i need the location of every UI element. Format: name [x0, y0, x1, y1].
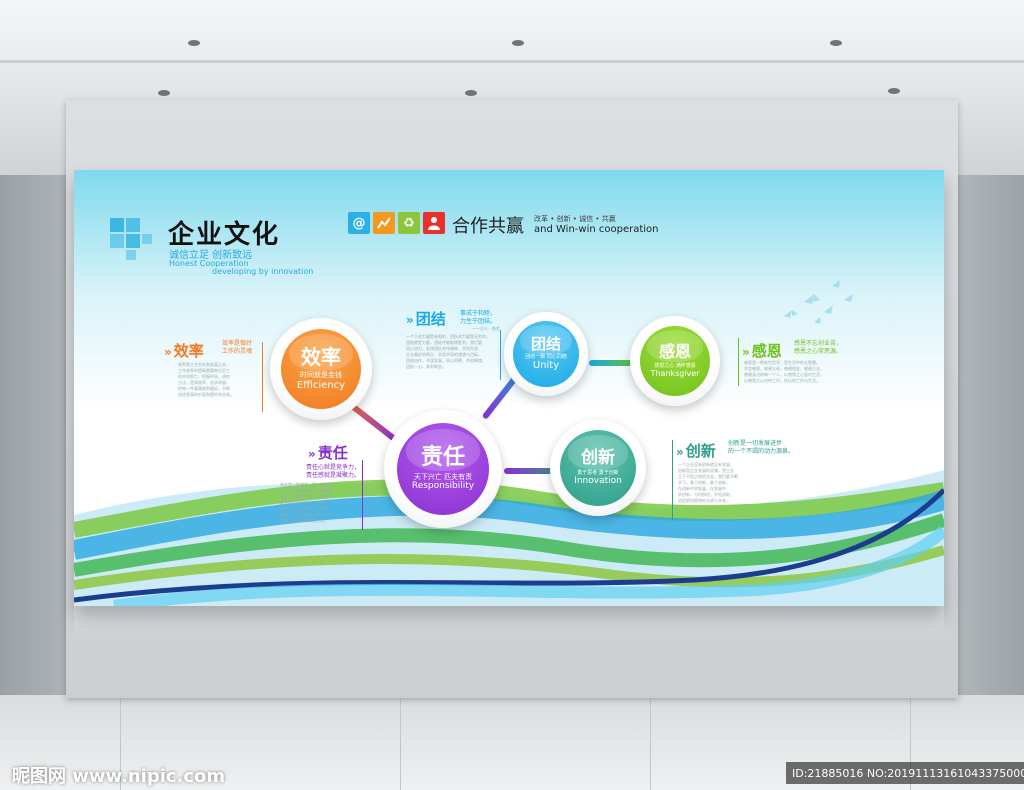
value-subtitle: 时间就是金钱 — [300, 371, 342, 380]
section-body-unity: 一个人的力量是有限的，团队的力量是无穷的， 团结就是力量，团结才能取得胜利，我们要… — [406, 334, 490, 369]
section-divider — [738, 338, 739, 386]
value-english: Unity — [532, 360, 560, 372]
value-english: Innovation — [574, 475, 622, 486]
ceiling-light — [188, 40, 200, 46]
section-title-innovation: » 创新 — [676, 442, 716, 460]
value-bubble-gratitude: 感恩 感恩之心 满怀感恩 Thanksgiver — [630, 316, 720, 406]
watermark-site: 昵图网 www.nipic.com — [12, 766, 226, 787]
value-title: 效率 — [301, 345, 341, 370]
ceiling-light — [512, 40, 524, 46]
ceiling-light — [158, 90, 170, 96]
board-reflection — [74, 606, 944, 636]
value-disc-innovation: 创新 勇于思考 勇于创新 Innovation — [560, 430, 636, 506]
section-divider — [362, 460, 363, 530]
at-icon: @ — [348, 212, 370, 234]
section-tag-responsibility: 责任心就是竞争力， 责任感就是凝聚力。 — [306, 464, 361, 480]
section-title-unity: » 团结 — [406, 310, 446, 328]
cooperation-keywords: 改革 • 创新 • 诚信 • 共赢 — [534, 215, 616, 223]
watermark-id: ID:21885016 NO:20191113161043375000 — [786, 762, 1024, 784]
value-title: 团结 — [530, 334, 561, 353]
section-tag-gratitude: 感恩不忘创业苦， 感恩之心常思源。 — [794, 340, 843, 356]
section-credit-unity: ——古人 · 佚名 — [472, 326, 500, 331]
section-title-responsibility: » 责任 — [308, 444, 348, 462]
value-english: Efficiency — [296, 379, 346, 391]
slogan-en-2: developing by innovation — [212, 267, 314, 276]
logo-squares-icon — [110, 218, 170, 266]
ceiling-strip — [0, 60, 1024, 63]
value-disc-responsibility: 责任 天下兴亡 匹夫有责 Responsibility — [397, 423, 489, 515]
value-title: 创新 — [581, 448, 615, 469]
section-divider — [672, 440, 673, 520]
section-body-efficiency: 效率是企业生存和发展之本， 工作效率的提高需要每位员工 的共同努力，把握时间，讲究方… — [178, 362, 234, 397]
section-body-gratitude: 感恩是一种处世哲学，是生活中的大智慧， 学会感恩，感谢父母，感谢朋友，感谢企业，感… — [744, 360, 824, 383]
section-body-responsibility: 责任是一种使命，是一种担当， 一个人若没有责任心，就很难 做好一件事情，每一个人都要… — [280, 482, 336, 523]
ceiling-light — [830, 40, 842, 46]
value-disc-gratitude: 感恩 感恩之心 满怀感恩 Thanksgiver — [640, 326, 710, 396]
section-body-innovation: 一个企业没有创新就没有发展， 创新是企业发展的灵魂，是企业 立于不败之地的法宝，我们… — [678, 462, 738, 503]
birds-icon — [784, 280, 853, 324]
value-bubble-unity: 团结 团结一致 同心同德 Unity — [504, 312, 588, 396]
value-bubble-innovation: 创新 勇于思考 勇于创新 Innovation — [550, 420, 646, 516]
value-bubble-responsibility: 责任 天下兴亡 匹夫有责 Responsibility — [384, 410, 502, 528]
value-title: 责任 — [420, 444, 465, 470]
value-subtitle: 天下兴亡 匹夫有责 — [413, 473, 473, 481]
section-tag-innovation: 创新是一切发展进步 的一个不竭的动力源泉。 — [728, 440, 795, 456]
section-title-gratitude: » 感恩 — [742, 342, 782, 360]
cooperation-english: and Win-win cooperation — [534, 224, 659, 235]
value-english: Responsibility — [411, 481, 475, 492]
chart-icon — [373, 212, 395, 234]
value-english: Thanksgiver — [650, 369, 700, 378]
culture-board: 企业文化 诚信立足 创新致远 Honest Cooperation develo… — [74, 170, 944, 606]
ceiling-light — [888, 88, 900, 94]
section-divider — [500, 330, 501, 380]
section-tag-efficiency: 效率是做好 工作的灵魂 — [222, 340, 253, 356]
floor-line — [400, 695, 401, 790]
value-bubble-efficiency: 效率 时间就是金钱 Efficiency — [270, 318, 372, 420]
floor-line — [650, 695, 651, 790]
ceiling-light — [465, 90, 477, 96]
section-divider — [262, 342, 263, 412]
value-disc-unity: 团结 团结一致 同心同德 Unity — [513, 321, 579, 387]
section-title-efficiency: » 效率 — [164, 342, 204, 360]
recycle-icon: ♻ — [398, 212, 420, 234]
section-tag-unity: 事成于和睦， 力生于团结。 — [460, 310, 497, 326]
icon-row: @ ♻ — [348, 212, 445, 234]
cooperation-title: 合作共赢 — [452, 216, 524, 237]
value-disc-efficiency: 效率 时间就是金钱 Efficiency — [281, 329, 361, 409]
value-title: 感恩 — [658, 342, 691, 362]
person-icon — [423, 212, 445, 234]
